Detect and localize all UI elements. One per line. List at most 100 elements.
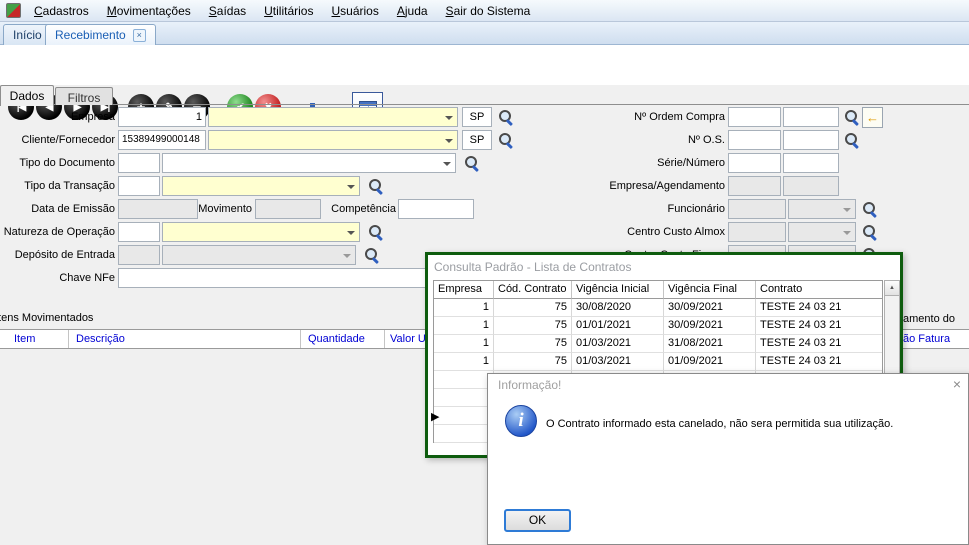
cliente-combo[interactable] xyxy=(208,130,458,150)
tipo-documento-search-icon[interactable] xyxy=(463,154,481,172)
col-vigencia-inicial[interactable]: Vigência Inicial xyxy=(572,281,664,299)
consulta-window-title: Consulta Padrão - Lista de Contratos xyxy=(434,260,632,274)
tab-filtros[interactable]: Filtros xyxy=(55,87,113,105)
label-tipo-documento: Tipo do Documento xyxy=(19,157,115,169)
app-window: Cadastros Movimentações Saídas Utilitári… xyxy=(0,0,969,545)
chevron-down-icon[interactable] xyxy=(843,208,851,212)
deposito-combo[interactable] xyxy=(162,245,356,265)
numero-field[interactable] xyxy=(783,153,839,173)
tipo-documento-combo[interactable] xyxy=(162,153,456,173)
chevron-down-icon[interactable] xyxy=(343,254,351,258)
label-os: Nº O.S. xyxy=(687,134,725,146)
label-ordem-compra: Nº Ordem Compra xyxy=(634,111,725,123)
table-row[interactable]: 1 75 01/01/2021 30/09/2021 TESTE 24 03 2… xyxy=(434,317,882,335)
tipo-transacao-combo[interactable] xyxy=(162,176,360,196)
empresa-combo[interactable] xyxy=(208,107,458,127)
page-tab-bar: Dados Filtros xyxy=(0,85,969,106)
right-column-fragment: ão Fatura xyxy=(903,333,951,345)
label-serie-numero: Série/Número xyxy=(657,157,725,169)
label-natureza-operacao: Natureza de Operação xyxy=(3,226,115,238)
chevron-down-icon[interactable] xyxy=(843,231,851,235)
ordem-compra-field-1[interactable] xyxy=(728,107,781,127)
empresa-uf-field[interactable]: SP xyxy=(462,107,492,127)
close-tab-icon[interactable]: × xyxy=(132,29,146,43)
chave-nfe-field[interactable] xyxy=(118,268,472,288)
deposito-search-icon[interactable] xyxy=(363,246,381,264)
tab-inicio-label: Início xyxy=(13,28,42,42)
competencia-field[interactable] xyxy=(398,199,474,219)
chevron-down-icon[interactable] xyxy=(445,116,453,120)
info-icon: i xyxy=(505,405,537,437)
label-tipo-transacao: Tipo da Transação xyxy=(24,180,115,192)
col-contrato[interactable]: Contrato xyxy=(756,281,882,299)
os-field-1[interactable] xyxy=(728,130,781,150)
cliente-search-icon[interactable] xyxy=(497,131,515,149)
label-empresa-agendamento: Empresa/Agendamento xyxy=(609,180,725,192)
toolbar: |◀ ◀ ▶ ▶| + ✎ − ✔ ✖ xyxy=(0,45,969,124)
col-cod-contrato[interactable]: Cód. Contrato xyxy=(494,281,572,299)
ordem-compra-search-icon[interactable] xyxy=(843,108,861,126)
empresa-code-field[interactable]: 1 xyxy=(118,107,206,127)
empresa-search-icon[interactable] xyxy=(497,108,515,126)
centro-custo-almox-search-icon[interactable] xyxy=(861,223,879,241)
ordem-compra-field-2[interactable] xyxy=(783,107,839,127)
deposito-code-field[interactable] xyxy=(118,245,160,265)
cliente-uf-field[interactable]: SP xyxy=(462,130,492,150)
label-movimento: Movimento xyxy=(198,203,252,215)
cliente-code-field[interactable]: 15389499000148 xyxy=(118,130,206,150)
tipo-documento-code-field[interactable] xyxy=(118,153,160,173)
scroll-up-icon[interactable]: ▲ xyxy=(885,281,899,296)
chevron-down-icon[interactable] xyxy=(347,185,355,189)
serie-field[interactable] xyxy=(728,153,781,173)
chevron-down-icon[interactable] xyxy=(443,162,451,166)
column-quantidade[interactable]: Quantidade xyxy=(308,333,365,345)
label-empresa: Empresa xyxy=(70,111,115,123)
menu-bar: Cadastros Movimentações Saídas Utilitári… xyxy=(0,0,969,22)
tab-recebimento-label: Recebimento xyxy=(55,28,126,42)
funcionario-search-icon[interactable] xyxy=(861,200,879,218)
table-row[interactable]: 1 75 01/03/2021 01/09/2021 TESTE 24 03 2… xyxy=(434,353,882,371)
natureza-combo[interactable] xyxy=(162,222,360,242)
chevron-down-icon[interactable] xyxy=(445,139,453,143)
col-vigencia-final[interactable]: Vigência Final xyxy=(664,281,756,299)
os-field-2[interactable] xyxy=(783,130,839,150)
app-icon xyxy=(6,3,21,18)
centro-custo-almox-code-field[interactable] xyxy=(728,222,786,242)
table-row[interactable]: 1 75 30/08/2020 30/09/2021 TESTE 24 03 2… xyxy=(434,299,882,317)
label-cliente-fornecedor: Cliente/Fornecedor xyxy=(21,134,115,146)
label-deposito-entrada: Depósito de Entrada xyxy=(14,249,115,261)
menu-ajuda[interactable]: Ajuda xyxy=(388,1,437,21)
dialog-close-icon[interactable]: × xyxy=(953,376,961,392)
tab-recebimento[interactable]: Recebimento × xyxy=(45,24,156,45)
centro-custo-almox-combo[interactable] xyxy=(788,222,856,242)
right-section-label-fragment: amento do xyxy=(903,313,955,325)
contratos-grid-header: Empresa Cód. Contrato Vigência Inicial V… xyxy=(434,281,882,299)
menu-utilitarios[interactable]: Utilitários xyxy=(255,1,322,21)
column-item[interactable]: Item xyxy=(14,333,35,345)
menu-saidas[interactable]: Saídas xyxy=(200,1,255,21)
row-indicator-icon: ▶ xyxy=(431,411,440,423)
column-descricao[interactable]: Descrição xyxy=(76,333,125,345)
movimento-field[interactable] xyxy=(255,199,321,219)
label-chave-nfe: Chave NFe xyxy=(59,272,115,284)
col-empresa[interactable]: Empresa xyxy=(434,281,494,299)
menu-sair-do-sistema[interactable]: Sair do Sistema xyxy=(437,1,540,21)
tab-dados[interactable]: Dados xyxy=(0,85,54,106)
empresa-agendamento-field-1[interactable] xyxy=(728,176,781,196)
funcionario-combo[interactable] xyxy=(788,199,856,219)
ok-button[interactable]: OK xyxy=(504,509,571,532)
label-data-emissao: Data de Emissão xyxy=(31,203,115,215)
empresa-agendamento-field-2[interactable] xyxy=(783,176,839,196)
funcionario-code-field[interactable] xyxy=(728,199,786,219)
tipo-transacao-search-icon[interactable] xyxy=(367,177,385,195)
menu-movimentacoes[interactable]: Movimentações xyxy=(98,1,200,21)
menu-usuarios[interactable]: Usuários xyxy=(322,1,387,21)
table-row[interactable]: 1 75 01/03/2021 31/08/2021 TESTE 24 03 2… xyxy=(434,335,882,353)
tipo-transacao-code-field[interactable] xyxy=(118,176,160,196)
menu-cadastros[interactable]: Cadastros xyxy=(25,1,98,21)
natureza-search-icon[interactable] xyxy=(367,223,385,241)
chevron-down-icon[interactable] xyxy=(347,231,355,235)
back-arrow-icon[interactable]: ← xyxy=(862,107,883,128)
os-search-icon[interactable] xyxy=(843,131,861,149)
natureza-code-field[interactable] xyxy=(118,222,160,242)
